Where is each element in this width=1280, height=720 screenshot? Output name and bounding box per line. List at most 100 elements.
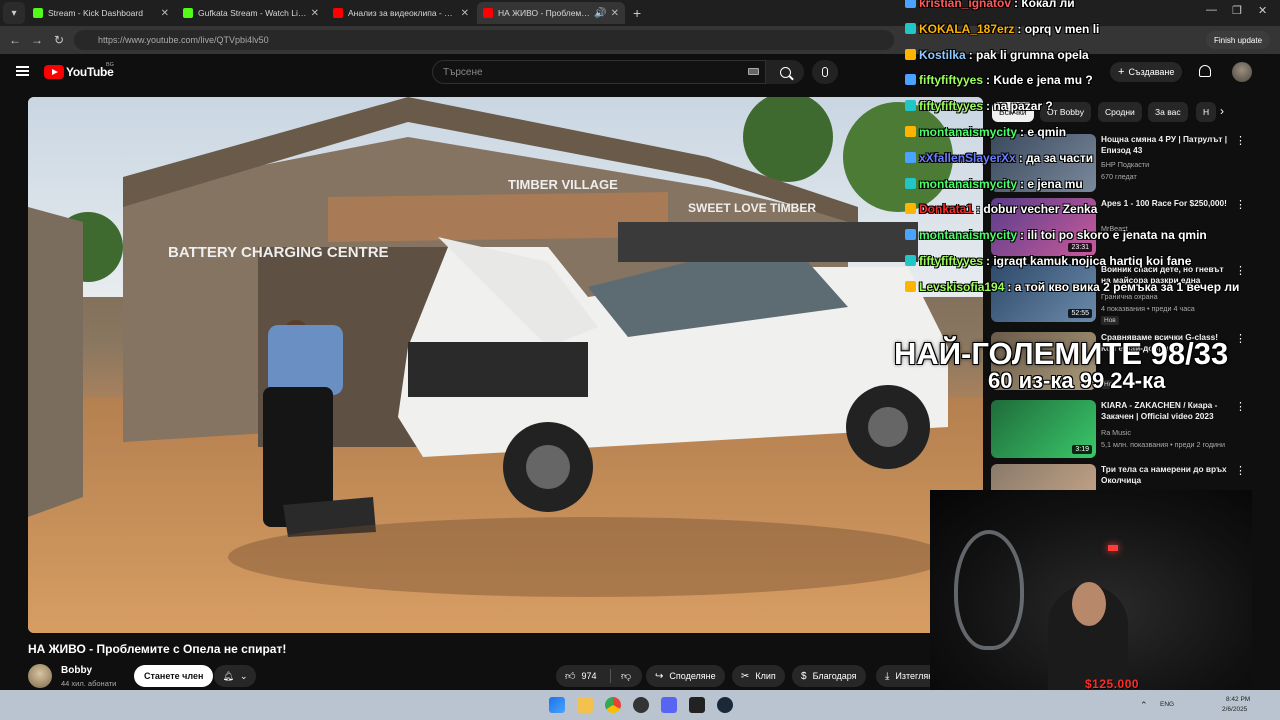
clock-time[interactable]: 8:42 PM (1226, 696, 1250, 703)
browser-tab[interactable]: Gufkata Stream - Watch Live on Kick ✕ (177, 2, 325, 24)
new-tab-button[interactable]: + (633, 5, 641, 21)
recommendation-item[interactable]: 52:55 Воиник спаси дете, но гневът на ма… (991, 264, 1271, 326)
chip-more[interactable]: Н (1196, 102, 1217, 122)
share-button[interactable]: ↪ Споделяне (646, 665, 725, 687)
scene-sign-text: TIMBER VILLAGE (508, 177, 618, 192)
chat-text: : Kude e jena mu ? (986, 73, 1093, 88)
forward-icon[interactable]: → (26, 33, 48, 47)
speaker-icon[interactable]: 🔊 (594, 8, 606, 19)
keyboard-icon[interactable] (748, 68, 759, 75)
tab-title: Анализ за видеоклипа - YouTube Studio (348, 8, 457, 18)
search-input[interactable]: Търсене (432, 60, 766, 84)
rec-title[interactable]: Три тела са намерени до връх Околчица (1101, 464, 1233, 486)
terminal-icon[interactable] (689, 697, 705, 713)
video-thumbnail[interactable]: 3:19 (991, 400, 1096, 458)
discord-icon[interactable] (661, 697, 677, 713)
chrome-icon[interactable] (605, 697, 621, 713)
video-thumbnail[interactable] (991, 464, 1096, 490)
join-button[interactable]: Станете член (134, 665, 214, 687)
language-indicator[interactable]: ENG (1160, 701, 1174, 708)
channel-name[interactable]: Bobby (61, 665, 92, 676)
chat-message: fiftyfiftyyes: na pazar ? (905, 99, 1053, 113)
chip-for-you[interactable]: За вас (1148, 102, 1188, 122)
rec-channel[interactable]: БНР Подкасти (1101, 160, 1149, 169)
voice-search-button[interactable] (812, 60, 838, 84)
donation-amount: $125.000 (1085, 677, 1140, 691)
chat-badge-icon (905, 280, 916, 292)
overlay-headline: НАЙ-ГОЛЕМИТЕ 98/33 (894, 336, 1229, 371)
like-count: 974 (581, 671, 597, 681)
file-explorer-icon[interactable] (577, 697, 593, 713)
subscribe-notifications-button[interactable]: 🔔︎ ⌄ (214, 665, 256, 687)
chip-related[interactable]: Сродни (1098, 102, 1142, 122)
browser-tab-active[interactable]: НА ЖИВО - Проблемите с Опела не спират! … (477, 2, 625, 24)
maximize-icon[interactable]: ❐ (1232, 4, 1242, 17)
chat-username: fiftyfiftyyes (919, 99, 984, 114)
clip-label: Клип (755, 671, 776, 681)
rec-meta: 4 показвания • преди 4 часа (1101, 304, 1195, 313)
chat-badge-icon (905, 255, 916, 266)
chat-username: kristian_ignatov (919, 0, 1012, 10)
clip-button[interactable]: ✂ Клип (732, 665, 785, 687)
rec-channel[interactable]: Ra Music (1101, 428, 1131, 437)
browser-tab[interactable]: Stream - Kick Dashboard ✕ (27, 2, 175, 24)
chat-text: : na pazar ? (986, 99, 1053, 114)
recommendation-item[interactable]: Три тела са намерени до връх Околчица ⋮ (991, 464, 1271, 490)
thumbs-down-icon: 👎︎ (621, 671, 632, 682)
recommendation-item[interactable]: 3:19 KIARA - ZAKACHEN / Киара - Закачен … (991, 400, 1271, 462)
close-icon[interactable]: ✕ (311, 8, 319, 19)
close-icon[interactable]: ✕ (611, 8, 619, 19)
chat-message: fiftyfiftyyes: Kude e jena mu ? (905, 73, 1093, 87)
chat-username: KOKALA_187erz (919, 21, 1015, 36)
notifications-icon[interactable] (1199, 65, 1211, 77)
chat-message: xXfallenSlayerXx: да за части (905, 151, 1093, 165)
chat-badge-icon (905, 48, 916, 60)
browser-tab[interactable]: Анализ за видеоклипа - YouTube Studio ✕ (327, 2, 475, 24)
more-vert-icon[interactable]: ⋮ (1235, 198, 1246, 211)
create-button[interactable]: + Създаване (1110, 62, 1183, 82)
more-vert-icon[interactable]: ⋮ (1235, 264, 1246, 277)
url-field[interactable]: https://www.youtube.com/live/QTVpbi4lv50 (74, 30, 894, 50)
close-icon[interactable]: ✕ (461, 8, 469, 19)
thumbs-up-icon: 👍︎ (565, 671, 576, 682)
account-avatar[interactable] (1232, 62, 1252, 82)
thanks-button[interactable]: $ Благодаря (792, 665, 866, 687)
more-vert-icon[interactable]: ⋮ (1235, 464, 1246, 477)
window-close-icon[interactable]: ✕ (1258, 4, 1267, 17)
search-button[interactable] (766, 60, 804, 84)
finish-update-button[interactable]: Finish update (1206, 31, 1271, 49)
tray-chevron-icon[interactable]: ⌃ (1140, 700, 1148, 711)
share-label: Споделяне (669, 671, 716, 681)
like-button[interactable]: 👍︎ 974 (556, 665, 605, 687)
youtube-logo-icon[interactable] (44, 65, 64, 79)
minimize-icon[interactable]: — (1206, 4, 1217, 16)
share-icon: ↪ (655, 670, 664, 682)
clock-date[interactable]: 2/6/2025 (1222, 706, 1247, 713)
video-player[interactable]: BATTERY CHARGING CENTRE TIMBER VILLAGE SWE… (28, 97, 983, 633)
steam-icon[interactable] (717, 697, 733, 713)
duration-badge: 23:31 (1068, 243, 1092, 252)
chat-badge-icon (905, 74, 916, 86)
rec-title[interactable]: Нощна смяна 4 РУ | Патрулът | Епизод 43 (1101, 134, 1233, 156)
microphone-icon (822, 67, 828, 77)
back-icon[interactable]: ← (4, 33, 26, 47)
obs-icon[interactable] (633, 697, 649, 713)
chat-username: montanaismycity (919, 125, 1018, 139)
hamburger-menu-icon[interactable] (16, 66, 29, 76)
dislike-button[interactable]: 👎︎ (612, 665, 640, 687)
chat-username: Donkata1 (919, 202, 974, 217)
reload-icon[interactable]: ↻ (48, 33, 70, 47)
chat-text: : e qmin (1020, 125, 1067, 139)
more-vert-icon[interactable]: ⋮ (1235, 332, 1246, 345)
more-vert-icon[interactable]: ⋮ (1235, 400, 1246, 413)
rec-title[interactable]: Apes 1 - 100 Race For $250,000! (1101, 198, 1233, 209)
chat-text: : да за части (1018, 150, 1094, 165)
close-icon[interactable]: ✕ (161, 8, 169, 19)
channel-avatar[interactable] (28, 664, 52, 688)
more-vert-icon[interactable]: ⋮ (1235, 134, 1246, 147)
rec-title[interactable]: KIARA - ZAKACHEN / Киара - Закачен | Off… (1101, 400, 1233, 422)
chat-message: KOKALA_187erz: oprq v men li (905, 22, 1099, 36)
tab-search-button[interactable]: ▾ (3, 2, 25, 24)
windows-start-icon[interactable] (549, 697, 565, 713)
chevron-right-icon[interactable]: › (1220, 104, 1224, 118)
